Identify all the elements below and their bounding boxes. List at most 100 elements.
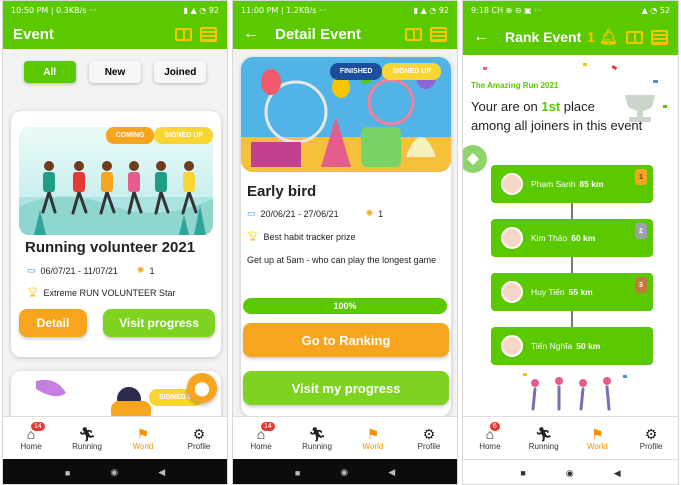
connector-line (571, 257, 573, 273)
flag-icon: ⚑ (366, 425, 380, 442)
book-icon[interactable] (175, 27, 192, 41)
nav-running[interactable]: 🏃︎ Running (67, 426, 107, 451)
runner-distance: 50 km (576, 341, 601, 351)
detail-button[interactable]: Detail (19, 309, 87, 337)
event-prize: Best habit tracker prize (263, 231, 356, 242)
notification-badge: 6 (489, 421, 500, 431)
location-pin-icon[interactable]: ⬤ (187, 373, 217, 403)
rank-suffix: place (563, 99, 595, 114)
filter-bar: All New Joined (3, 49, 227, 83)
connector-line (571, 203, 573, 219)
nav-label: World (132, 441, 154, 451)
back-arrow-icon[interactable]: ← (473, 28, 489, 46)
nav-home[interactable]: ⌂ 14 Home (11, 421, 51, 451)
go-to-ranking-button[interactable]: Go to Ranking (243, 323, 449, 357)
filter-all[interactable]: All (23, 61, 76, 83)
back-system-button[interactable]: ◀ (388, 467, 395, 478)
event-title: Running volunteer 2021 (25, 239, 196, 256)
status-badge-finished: FINISHED (329, 63, 383, 80)
list-icon[interactable] (651, 29, 668, 45)
recents-button[interactable]: ■ (520, 468, 525, 478)
list-icon[interactable] (430, 26, 447, 42)
participant-count: 1 (378, 208, 384, 219)
nav-home[interactable]: ⌂ 6 Home (470, 421, 510, 451)
visit-progress-button[interactable]: Visit progress (103, 309, 215, 337)
bronze-medal-icon: 3 (635, 277, 647, 293)
celebration-illustration (523, 373, 627, 411)
nav-label: World (587, 441, 608, 451)
nav-world[interactable]: ⚑ World (577, 426, 617, 451)
status-time: 10:50 PM | 0.3KB/s ··· (11, 5, 97, 15)
event-prize-row: 🏆︎ Best habit tracker prize (247, 231, 355, 242)
bell-icon[interactable]: 🔔︎ (599, 28, 618, 46)
event-dates: 20/06/21 - 27/06/21 (260, 208, 339, 219)
list-icon[interactable] (200, 26, 217, 42)
nav-label: Profile (639, 441, 663, 451)
nav-world[interactable]: ⚑ World (123, 426, 163, 451)
book-icon[interactable] (405, 27, 422, 41)
status-badge-signed-up: SIGNED UP (382, 63, 441, 80)
recents-button[interactable]: ■ (65, 468, 70, 478)
visit-my-progress-button[interactable]: Visit my progress (243, 371, 449, 405)
status-bar: 9:18 CH ⊕ ⊖ ▣ ··· ▲ ◔ 52 (463, 1, 678, 19)
system-nav-bar: ■ ◉ ◀ (463, 459, 678, 484)
event-title: Early bird (247, 183, 317, 200)
home-system-button[interactable]: ◉ (110, 467, 118, 478)
nav-label: Home (250, 441, 272, 451)
event-card[interactable]: COMING SIGNED UP Running volunteer 2021 … (11, 111, 221, 357)
nav-label: Running (302, 441, 332, 451)
nav-label: Home (479, 441, 501, 451)
book-icon[interactable] (626, 30, 643, 44)
status-time: 11:00 PM | 1.2KB/s ··· (241, 5, 327, 15)
home-system-button[interactable]: ◉ (566, 468, 574, 479)
flag-icon: ⚑ (591, 425, 604, 442)
home-system-button[interactable]: ◉ (340, 467, 348, 478)
runner-name: Phạm Sanh (531, 179, 576, 189)
participant-count: 1 (149, 265, 155, 276)
event-list-screen: 10:50 PM | 0.3KB/s ··· ▮ ▲ ◔ 92 Event Al… (2, 0, 228, 485)
running-icon: 🏃︎ (308, 425, 326, 442)
ranking-row[interactable]: Kim Thảo 60 km 2 (491, 219, 653, 257)
system-nav-bar: ■ ◉ ◀ (233, 459, 457, 484)
runner-distance: 60 km (571, 233, 596, 243)
status-bar: 10:50 PM | 0.3KB/s ··· ▮ ▲ ◔ 92 (3, 1, 227, 19)
profile-gear-icon: ⚙ (192, 425, 206, 442)
page-title: Event (13, 25, 54, 43)
calendar-icon: ▭ (247, 208, 256, 218)
nav-home[interactable]: ⌂ 14 Home (241, 421, 281, 451)
avatar (501, 281, 523, 303)
back-system-button[interactable]: ◀ (158, 467, 165, 478)
nav-profile[interactable]: ⚙ Profile (409, 426, 449, 451)
ranking-row[interactable]: Phạm Sanh 85 km 1 (491, 165, 653, 203)
filter-joined[interactable]: Joined (154, 61, 207, 83)
recents-button[interactable]: ■ (295, 468, 300, 478)
filter-new[interactable]: New (88, 61, 141, 83)
ranking-row[interactable]: Tiến Nghĩa 50 km (491, 327, 653, 365)
event-detail-card: FINISHED SIGNED UP Early bird ▭ 20/06/21… (241, 57, 451, 417)
back-system-button[interactable]: ◀ (614, 468, 621, 479)
nav-running[interactable]: 🏃︎ Running (524, 426, 564, 451)
bottom-nav: ⌂ 6 Home 🏃︎ Running ⚑ World ⚙ Profile (463, 416, 678, 459)
nav-profile[interactable]: ⚙ Profile (179, 426, 219, 451)
back-arrow-icon[interactable]: ← (243, 25, 259, 43)
ranking-row[interactable]: Huy Tiến 55 km 3 (491, 273, 653, 311)
running-icon: 🏃︎ (78, 425, 96, 442)
rank-value: 1st (541, 99, 561, 114)
profile-gear-icon: ⚙ (644, 425, 658, 442)
nav-running[interactable]: 🏃︎ Running (297, 426, 337, 451)
nav-profile[interactable]: ⚙ Profile (631, 426, 671, 451)
runner-distance: 85 km (579, 179, 604, 189)
status-tags: FINISHED SIGNED UP (329, 63, 441, 80)
event-dates-row: ▭ 20/06/21 - 27/06/21 ✺ 1 (247, 208, 383, 219)
page-title: Rank Event (505, 29, 582, 45)
event-name: The Amazing Run 2021 (471, 81, 559, 90)
nav-world[interactable]: ⚑ World (353, 426, 393, 451)
event-detail-screen: 11:00 PM | 1.2KB/s ··· ▮ ▲ ◔ 92 ← Detail… (232, 0, 458, 485)
app-bar: Event (3, 19, 227, 49)
status-icons: ▲ ◔ 52 (641, 5, 670, 15)
app-bar: ← Rank Event 1 🔔︎ (463, 19, 678, 55)
system-nav-bar: ■ ◉ ◀ (3, 459, 227, 484)
rank-line2: among all joiners in this event (471, 118, 643, 133)
status-badge-signed-up: SIGNED UP (154, 127, 213, 144)
app-bar: ← Detail Event (233, 19, 457, 49)
